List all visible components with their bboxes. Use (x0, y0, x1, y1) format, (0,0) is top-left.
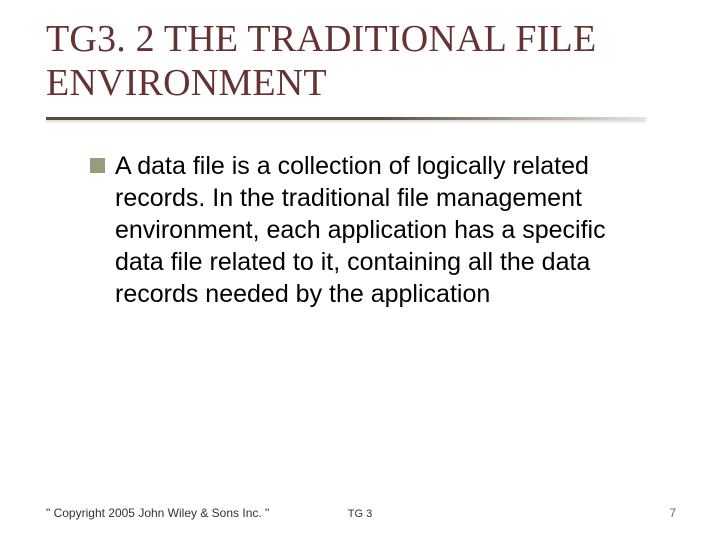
bullet-text: A data file is a collection of logically… (115, 150, 650, 310)
square-bullet-icon (90, 158, 105, 173)
slide-footer: " Copyright 2005 John Wiley & Sons Inc. … (0, 506, 720, 520)
footer-page-number: 7 (669, 506, 676, 520)
slide-title: TG3. 2 THE TRADITIONAL FILE ENVIRONMENT (0, 0, 720, 111)
bullet-item: A data file is a collection of logically… (90, 150, 650, 310)
footer-copyright: " Copyright 2005 John Wiley & Sons Inc. … (46, 506, 269, 520)
footer-section: TG 3 (348, 508, 372, 520)
slide-body: A data file is a collection of logically… (0, 120, 720, 310)
